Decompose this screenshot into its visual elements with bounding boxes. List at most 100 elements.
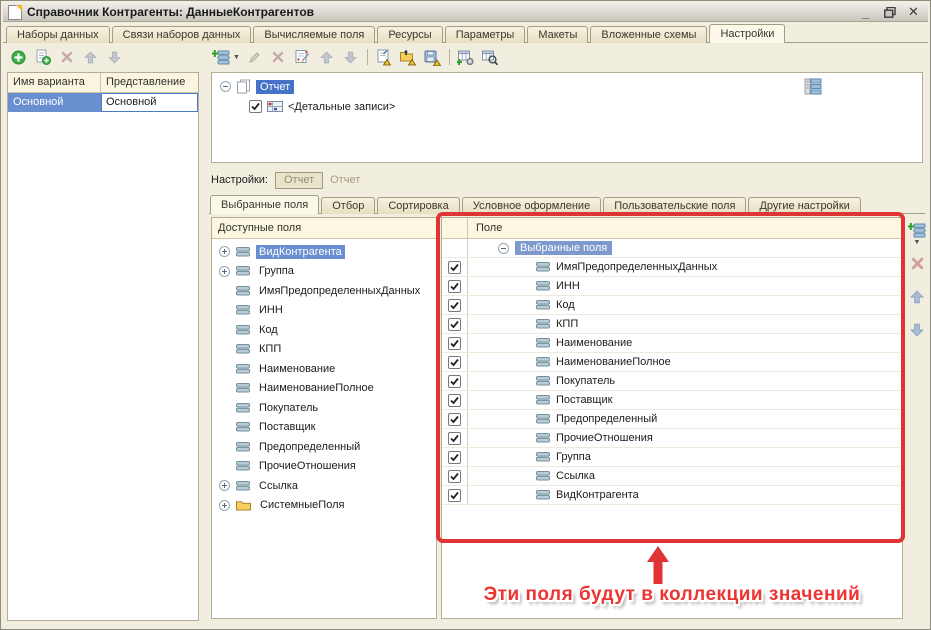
selected-field-label[interactable]: Наименование	[556, 337, 632, 349]
remove-field-button[interactable]	[908, 254, 927, 273]
edit-structure-button[interactable]	[245, 48, 264, 67]
schema-tab[interactable]: Макеты	[527, 26, 588, 43]
selected-field-row[interactable]: Предопределенный	[442, 410, 902, 429]
field-checkbox[interactable]	[448, 337, 461, 350]
field-checkbox[interactable]	[448, 394, 461, 407]
add-field-dropdown[interactable]: ▼	[914, 239, 921, 246]
structure-down-button[interactable]	[341, 48, 360, 67]
available-field-row[interactable]: КПП	[212, 340, 436, 360]
selected-field-label[interactable]: Поставщик	[556, 394, 612, 406]
restore-button[interactable]	[880, 5, 899, 20]
available-field-row[interactable]: ИНН	[212, 301, 436, 321]
schema-tab[interactable]: Связи наборов данных	[112, 26, 252, 43]
selected-field-row[interactable]: КПП	[442, 315, 902, 334]
selected-field-row[interactable]: Ссылка	[442, 467, 902, 486]
minimize-button[interactable]: _	[856, 5, 875, 20]
available-field-label[interactable]: ПрочиеОтношения	[256, 459, 359, 473]
schema-tab[interactable]: Параметры	[445, 26, 526, 43]
available-field-row[interactable]: Ссылка	[212, 476, 436, 496]
schema-tab[interactable]: Вычисляемые поля	[253, 26, 375, 43]
available-field-row[interactable]: Наименование	[212, 359, 436, 379]
field-checkbox[interactable]	[448, 432, 461, 445]
expand-icon[interactable]	[219, 480, 230, 491]
selected-field-label[interactable]: Покупатель	[556, 375, 615, 387]
settings-tab[interactable]: Другие настройки	[748, 197, 860, 214]
field-up-button[interactable]	[908, 287, 927, 306]
selected-field-label[interactable]: ПрочиеОтношения	[556, 432, 653, 444]
settings-tab[interactable]: Сортировка	[377, 197, 459, 214]
delete-variant-button[interactable]	[57, 48, 76, 67]
selected-field-label[interactable]: Код	[556, 299, 575, 311]
settings-tab[interactable]: Выбранные поля	[210, 195, 319, 214]
collapse-icon[interactable]	[498, 243, 509, 254]
load-settings-button[interactable]	[399, 48, 418, 67]
available-field-row[interactable]: Код	[212, 320, 436, 340]
add-structure-dropdown[interactable]: ▼	[233, 54, 240, 61]
selected-field-row[interactable]: ПрочиеОтношения	[442, 429, 902, 448]
selected-field-label[interactable]: ИмяПредопределенныхДанных	[556, 261, 717, 273]
available-field-row[interactable]: Группа	[212, 262, 436, 282]
selected-field-label[interactable]: Ссылка	[556, 470, 595, 482]
expand-icon[interactable]	[219, 246, 230, 257]
field-checkbox[interactable]	[448, 413, 461, 426]
template-settings-button[interactable]	[457, 48, 476, 67]
field-checkbox[interactable]	[448, 318, 461, 331]
available-field-label[interactable]: Поставщик	[256, 420, 318, 434]
available-field-label[interactable]: СистемныеПоля	[257, 498, 347, 512]
detail-records-checkbox[interactable]	[249, 100, 262, 113]
schema-tab[interactable]: Вложенные схемы	[590, 26, 707, 43]
settings-root-button[interactable]: Отчет	[275, 172, 323, 189]
field-checkbox[interactable]	[448, 280, 461, 293]
selected-field-row[interactable]: Поставщик	[442, 391, 902, 410]
selected-field-row[interactable]: Группа	[442, 448, 902, 467]
detail-records-row[interactable]: <Детальные записи>	[249, 100, 395, 113]
selected-fields-group-label[interactable]: Выбранные поля	[515, 241, 612, 255]
selected-field-label[interactable]: ИНН	[556, 280, 580, 292]
expand-icon[interactable]	[219, 500, 230, 511]
selected-field-label[interactable]: Группа	[556, 451, 591, 463]
available-field-label[interactable]: ИНН	[256, 303, 286, 317]
selected-field-row[interactable]: Код	[442, 296, 902, 315]
collapse-icon[interactable]	[220, 81, 231, 92]
available-field-label[interactable]: НаименованиеПолное	[256, 381, 377, 395]
field-checkbox[interactable]	[448, 470, 461, 483]
settings-tab[interactable]: Отбор	[321, 197, 375, 214]
selected-field-label[interactable]: КПП	[556, 318, 578, 330]
field-checkbox[interactable]	[448, 299, 461, 312]
available-field-label[interactable]: Ссылка	[256, 479, 301, 493]
selected-field-label[interactable]: Предопределенный	[556, 413, 657, 425]
field-down-button[interactable]	[908, 320, 927, 339]
available-field-label[interactable]: КПП	[256, 342, 284, 356]
delete-structure-button[interactable]	[269, 48, 288, 67]
schema-tab[interactable]: Наборы данных	[6, 26, 110, 43]
available-field-label[interactable]: Наименование	[256, 362, 338, 376]
available-field-row[interactable]: Поставщик	[212, 418, 436, 438]
field-checkbox[interactable]	[448, 261, 461, 274]
available-field-row[interactable]: НаименованиеПолное	[212, 379, 436, 399]
available-field-label[interactable]: Код	[256, 323, 281, 337]
available-field-label[interactable]: ИмяПредопределенныхДанных	[256, 284, 423, 298]
copy-variant-button[interactable]	[33, 48, 52, 67]
available-field-row[interactable]: Предопределенный	[212, 437, 436, 457]
selected-field-row[interactable]: ИмяПредопределенныхДанных	[442, 258, 902, 277]
variant-down-button[interactable]	[105, 48, 124, 67]
close-button[interactable]: ✕	[904, 5, 923, 20]
available-field-row[interactable]: СистемныеПоля	[212, 496, 436, 516]
available-field-label[interactable]: ВидКонтрагента	[256, 245, 345, 259]
variants-col-presentation[interactable]: Представление	[101, 73, 198, 92]
variant-row[interactable]: Основной Основной	[8, 93, 198, 112]
schema-tab[interactable]: Ресурсы	[377, 26, 442, 43]
selected-field-label[interactable]: ВидКонтрагента	[556, 489, 639, 501]
add-structure-item-button[interactable]	[211, 48, 230, 67]
selected-fields-root-row[interactable]: Выбранные поля	[442, 239, 902, 258]
field-checkbox[interactable]	[448, 451, 461, 464]
structure-root-row[interactable]: Отчет	[220, 79, 294, 94]
settings-tab[interactable]: Условное оформление	[462, 197, 601, 214]
selected-field-label[interactable]: НаименованиеПолное	[556, 356, 671, 368]
selected-field-row[interactable]: НаименованиеПолное	[442, 353, 902, 372]
variant-presentation-cell[interactable]: Основной	[101, 93, 198, 112]
field-checkbox[interactable]	[448, 375, 461, 388]
variants-col-name[interactable]: Имя варианта	[8, 73, 101, 92]
available-field-label[interactable]: Группа	[256, 264, 297, 278]
save-settings-button[interactable]	[423, 48, 442, 67]
